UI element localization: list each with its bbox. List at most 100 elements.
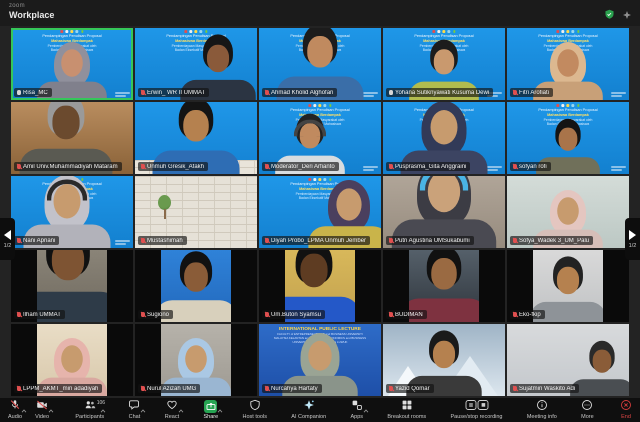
breakout-rooms-button[interactable]: Breakout rooms — [385, 398, 428, 422]
participant-tile[interactable]: Pendampingan Penulisan ProposalMahasiswa… — [383, 28, 505, 100]
view-settings-icon[interactable] — [622, 7, 632, 25]
participant-tile[interactable]: Ilham UMMAT — [11, 250, 133, 322]
pause-stop-recording-button[interactable]: Pause/stop recording — [449, 398, 505, 422]
mic-icon — [389, 90, 393, 96]
participant-tile[interactable]: Amil Univ.Muhammadiyah Mataram — [11, 102, 133, 174]
participant-name: Erwin_ WR II UMMAT — [147, 90, 205, 96]
muted-mic-icon — [265, 238, 269, 244]
participant-nameplate: BUDIMAN — [386, 310, 427, 319]
participants-button[interactable]: 106 Participants — [73, 398, 106, 422]
participant-tile[interactable]: Sujatmin Waskito Adi — [507, 324, 629, 396]
participant-tile[interactable]: Pendampingan Penulisan ProposalMahasiswa… — [259, 28, 381, 100]
muted-mic-icon — [9, 399, 21, 414]
participant-name: Mustashimah — [147, 238, 183, 244]
muted-mic-icon — [17, 238, 21, 244]
muted-mic-icon — [141, 386, 145, 392]
muted-mic-icon — [141, 312, 145, 318]
participant-nameplate: Sugiono — [138, 310, 173, 319]
chevron-up-icon[interactable] — [21, 401, 27, 416]
participant-tile[interactable]: Pendampingan Penulisan ProposalMahasiswa… — [135, 28, 257, 100]
participant-tile[interactable]: Mustashimah — [135, 176, 257, 248]
video-button[interactable]: Video — [33, 398, 51, 422]
participant-name: Fitri Arofiati — [519, 90, 549, 96]
more-button[interactable]: More — [579, 398, 596, 422]
participant-tile[interactable]: Sugiono — [135, 250, 257, 322]
participant-nameplate: Nurcahya Hartaty — [262, 384, 322, 393]
participant-nameplate: Pusprasma_Gita Anggraini — [386, 162, 470, 171]
chevron-up-icon[interactable] — [100, 401, 106, 416]
meeting-toolbar: Audio Video 106 Participants Chat — [0, 398, 640, 422]
participant-name: LPPM_AKMT_min adadiyah — [23, 386, 98, 392]
breakout-rooms-icon — [401, 399, 413, 414]
window-title: Workplace — [9, 10, 54, 20]
muted-mic-icon — [513, 312, 517, 318]
muted-mic-icon — [141, 238, 145, 244]
chevron-up-icon[interactable] — [217, 401, 223, 416]
chevron-up-icon[interactable] — [178, 401, 184, 416]
participant-tile[interactable]: Pendampingan Penulisan ProposalMahasiswa… — [507, 102, 629, 174]
participant-tile[interactable]: Pendampingan Penulisan ProposalMahasiswa… — [259, 176, 381, 248]
gallery-prev-page-button[interactable]: 1/2 — [0, 218, 15, 260]
background-logo-watermark — [115, 91, 130, 97]
participant-nameplate: LPPM_AKMT_min adadiyah — [14, 384, 102, 393]
participant-tile[interactable]: BUDIMAN — [383, 250, 505, 322]
right-arrow-icon — [629, 230, 636, 240]
participant-name: BUDIMAN — [395, 312, 423, 318]
chevron-up-icon[interactable] — [140, 401, 146, 416]
participant-nameplate: Amil Univ.Muhammadiyah Mataram — [14, 162, 122, 171]
meeting-info-button[interactable]: Meeting info — [525, 398, 559, 422]
host-tools-button[interactable]: Host tools — [241, 398, 269, 422]
participant-name: Putri Agustina UMSukabumi — [395, 238, 470, 244]
participant-tile[interactable]: LPPM_AKMT_min adadiyah — [11, 324, 133, 396]
video-grid: Pendampingan Penulisan ProposalMahasiswa… — [11, 28, 629, 396]
participant-tile[interactable]: Unmuh Gresik_Afakh — [135, 102, 257, 174]
participant-tile[interactable]: Pendampingan Penulisan ProposalMahasiswa… — [11, 176, 133, 248]
participant-tile[interactable]: Pendampingan Penulisan ProposalMahasiswa… — [383, 102, 505, 174]
participant-name: Nurcahya Hartaty — [271, 386, 318, 392]
chevron-up-icon[interactable] — [48, 401, 54, 416]
participant-tile[interactable]: Nurul Azizah UMG — [135, 324, 257, 396]
participant-tile[interactable]: INTERNATIONAL PUBLIC LECTUREFACULTY of E… — [259, 324, 381, 396]
participant-tile[interactable]: Pendampingan Penulisan ProposalMahasiswa… — [259, 102, 381, 174]
participant-tile[interactable]: Um.Buton Syamsu — [259, 250, 381, 322]
end-meeting-button[interactable]: End — [618, 398, 634, 422]
gallery-next-page-button[interactable]: 1/2 — [625, 218, 640, 260]
share-screen-button[interactable]: Share — [201, 398, 220, 422]
participant-name: Unmuh Gresik_Afakh — [147, 164, 204, 170]
muted-mic-icon — [265, 386, 269, 392]
participant-tile[interactable]: Pendampingan Penulisan ProposalMahasiswa… — [507, 28, 629, 100]
participant-tile[interactable]: Yazid Qomar — [383, 324, 505, 396]
apps-button[interactable]: Apps — [348, 398, 365, 422]
participant-nameplate: Ilham UMMAT — [14, 310, 65, 319]
participant-nameplate: Moderator_Deri Arfianto — [262, 162, 339, 171]
react-button[interactable]: React — [163, 398, 181, 422]
participant-nameplate: Nurul Azizah UMG — [138, 384, 200, 393]
muted-mic-icon — [513, 164, 517, 170]
heart-icon — [166, 399, 178, 414]
participant-tile[interactable]: Putri Agustina UMSukabumi — [383, 176, 505, 248]
participant-nameplate: Um.Buton Syamsu — [262, 310, 325, 319]
chat-icon — [128, 399, 140, 414]
muted-mic-icon — [17, 386, 21, 392]
participant-nameplate: Nani Apriani — [14, 236, 59, 245]
participant-tile[interactable]: Eko-fkip — [507, 250, 629, 322]
mic-icon — [17, 90, 21, 96]
participant-name: Risa_MC — [23, 90, 48, 96]
participant-nameplate: Sofya_Wadek 3_UM_Palu — [510, 236, 593, 245]
participant-name: Nurul Azizah UMG — [147, 386, 196, 392]
ai-companion-button[interactable]: AI Companion — [289, 398, 328, 422]
participant-name: Eko-fkip — [519, 312, 541, 318]
chevron-up-icon[interactable] — [363, 401, 369, 416]
participant-tile[interactable]: Pendampingan Penulisan ProposalMahasiswa… — [11, 28, 133, 100]
participant-name: sofyan rofi — [519, 164, 547, 170]
chat-button[interactable]: Chat — [126, 398, 142, 422]
page-indicator: 1/2 — [4, 243, 12, 249]
end-call-icon — [620, 399, 632, 414]
audio-button[interactable]: Audio — [6, 398, 24, 422]
participant-nameplate: Yohana Sutiknyawati Kusuma Dewi — [386, 88, 493, 97]
more-icon — [581, 399, 593, 414]
encryption-shield-icon[interactable] — [604, 7, 615, 25]
participant-nameplate: Risa_MC — [14, 88, 52, 97]
participant-tile[interactable]: Sofya_Wadek 3_UM_Palu — [507, 176, 629, 248]
page-indicator: 1/2 — [629, 243, 637, 249]
